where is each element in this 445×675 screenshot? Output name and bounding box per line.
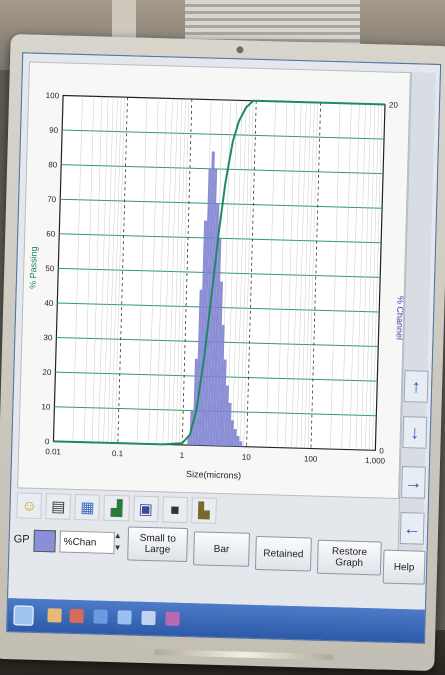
arrow-down-icon: ↓ (410, 421, 420, 443)
x-tick-label: 10 (242, 453, 252, 462)
export-icon[interactable]: ▙ (191, 497, 217, 524)
y-tick-label-left: 90 (49, 126, 59, 135)
x-axis-label: Size(microns) (186, 469, 241, 481)
particle-size-chart: 0 10 20 30 40 50 60 70 80 90 100 0.01 0.1 1 10 100 1,000… (28, 91, 406, 481)
histogram-bar (239, 441, 243, 447)
small-to-large-label: Small to Large (139, 532, 176, 556)
monitor-bezel: 0 10 20 30 40 50 60 70 80 90 100 0.01 0.1 1 10 100 1,000… (0, 33, 445, 672)
browser-icon[interactable] (93, 609, 108, 624)
help-button[interactable]: Help (382, 549, 426, 585)
arrow-right-button[interactable]: → (401, 466, 426, 499)
arrow-up-button[interactable]: ↑ (403, 370, 429, 403)
print-icon[interactable]: ▣ (132, 495, 159, 523)
app-icon[interactable] (69, 608, 84, 624)
window-icon[interactable] (117, 610, 132, 625)
folder-icon[interactable] (47, 608, 62, 623)
webcam-dot (236, 46, 244, 54)
help-label: Help (393, 561, 415, 573)
y-tick-label-left: 70 (47, 195, 57, 204)
monitor-bottom-strip (153, 649, 334, 661)
explorer-icon[interactable] (141, 610, 156, 626)
analyzer-window: 0 10 20 30 40 50 60 70 80 90 100 0.01 0.1 1 10 100 1,000… (8, 53, 441, 610)
plot-panel: 0 10 20 30 40 50 60 70 80 90 100 0.01 0.1 1 10 100 1,000… (17, 61, 411, 499)
toolbar: ☺ ▤ ▦ ▟ ▣ ■ ▙ (16, 490, 217, 526)
histogram-bar (233, 429, 237, 447)
y-tick-label-left: 10 (41, 402, 51, 411)
restore-graph-label: Restore Graph (331, 546, 368, 570)
histogram-bar (236, 436, 240, 447)
series-select-value: %Chan (63, 536, 97, 549)
x-tick-label: 100 (304, 454, 318, 463)
bar-button[interactable]: Bar (193, 531, 250, 567)
series-spinner[interactable]: ▲ ▼ (113, 530, 122, 554)
y-tick-label-left: 60 (46, 229, 56, 238)
arrow-left-icon: ← (402, 517, 422, 539)
arrow-left-button[interactable]: ← (399, 512, 425, 545)
y-tick-label-left: 100 (46, 91, 60, 100)
y-tick-label-left: 30 (43, 333, 53, 342)
x-tick-label: 1 (180, 451, 185, 460)
arrow-down-button[interactable]: ↓ (402, 416, 428, 449)
y-tick-label-left: 0 (45, 437, 50, 446)
arrow-up-icon: ↑ (411, 375, 421, 397)
x-tick-label: 0.01 (45, 447, 61, 456)
y-tick-label-right: 0 (379, 446, 384, 455)
grid-icon[interactable]: ▦ (74, 493, 101, 521)
y-tick-label-left: 20 (42, 368, 52, 377)
y-tick-label-right: 20 (389, 101, 399, 110)
smiley-icon[interactable]: ☺ (16, 492, 43, 520)
y-tick-label-left: 40 (44, 299, 54, 308)
document-icon[interactable]: ▤ (45, 493, 72, 520)
restore-graph-button[interactable]: Restore Graph (316, 539, 382, 576)
small-to-large-button[interactable]: Small to Large (127, 526, 189, 563)
x-tick-label: 1,000 (365, 456, 386, 466)
arrow-right-icon: → (404, 471, 423, 493)
y-tick-label-left: 50 (45, 264, 55, 273)
start-icon[interactable] (13, 605, 34, 626)
series-group-label: GP (13, 533, 30, 546)
retained-label: Retained (263, 547, 304, 560)
y-axis-label-left: % Passing (28, 246, 39, 289)
series-select[interactable]: %Chan (59, 530, 115, 555)
save-icon[interactable]: ■ (161, 496, 188, 524)
media-icon[interactable] (165, 611, 180, 626)
series-color-swatch[interactable] (33, 529, 56, 553)
monitor-screen: 0 10 20 30 40 50 60 70 80 90 100 0.01 0.1 1 10 100 1,000… (6, 52, 442, 644)
chart-icon[interactable]: ▟ (103, 494, 130, 522)
retained-button[interactable]: Retained (254, 536, 312, 572)
control-bar: GP %Chan ▲ ▼ Small to Large Bar Retained … (12, 523, 394, 606)
x-tick-label: 0.1 (112, 449, 124, 458)
y-tick-label-left: 80 (48, 160, 58, 169)
bar-label: Bar (213, 543, 230, 555)
